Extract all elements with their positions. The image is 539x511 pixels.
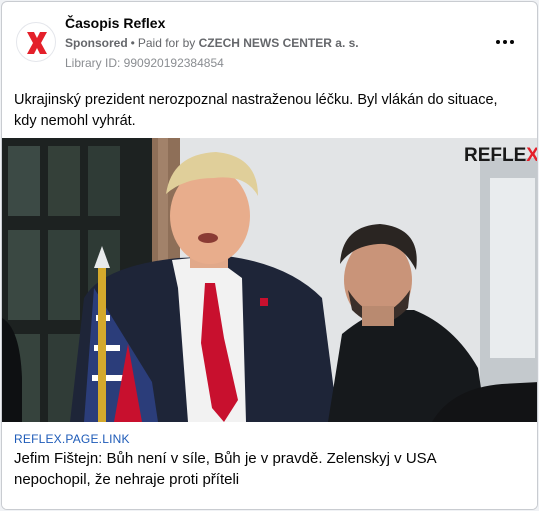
more-options-button[interactable]	[491, 32, 519, 52]
library-id: Library ID: 990920192384854	[65, 56, 224, 70]
link-domain: REFLEX.PAGE.LINK	[14, 432, 130, 446]
page-name-link[interactable]: Časopis Reflex	[65, 15, 165, 31]
sponsored-meta: Sponsored • Paid for by CZECH NEWS CENTER …	[65, 36, 359, 50]
link-headline[interactable]: Jefim Fištejn: Bůh není v síle, Bůh je v…	[14, 448, 514, 490]
reflex-watermark: REFLEX	[464, 145, 538, 166]
watermark-text: REFLE	[464, 145, 526, 166]
page-avatar[interactable]	[16, 22, 56, 62]
meta-separator: •	[130, 36, 135, 50]
advertiser-name[interactable]: CZECH NEWS CENTER a. s.	[199, 36, 359, 50]
ad-photo: REFLEX	[2, 138, 538, 422]
sponsored-post-card: Časopis Reflex Sponsored • Paid for by CZE…	[1, 1, 538, 510]
ad-image[interactable]: REFLEX	[2, 138, 538, 422]
more-options-icon	[496, 40, 500, 44]
post-body-text: Ukrajinský prezident nerozpoznal nastraž…	[14, 92, 498, 129]
more-options-icon	[510, 40, 514, 44]
sponsored-label: Sponsored	[65, 36, 128, 50]
more-options-icon	[503, 40, 507, 44]
paid-for-prefix: Paid for by	[137, 36, 196, 50]
link-preview[interactable]: REFLEX.PAGE.LINK Jefim Fištejn: Bůh není…	[2, 422, 537, 509]
reflex-x-logo-icon	[27, 32, 47, 54]
post-header: Časopis Reflex Sponsored • Paid for by CZE…	[2, 2, 537, 82]
watermark-x: X	[526, 145, 538, 166]
